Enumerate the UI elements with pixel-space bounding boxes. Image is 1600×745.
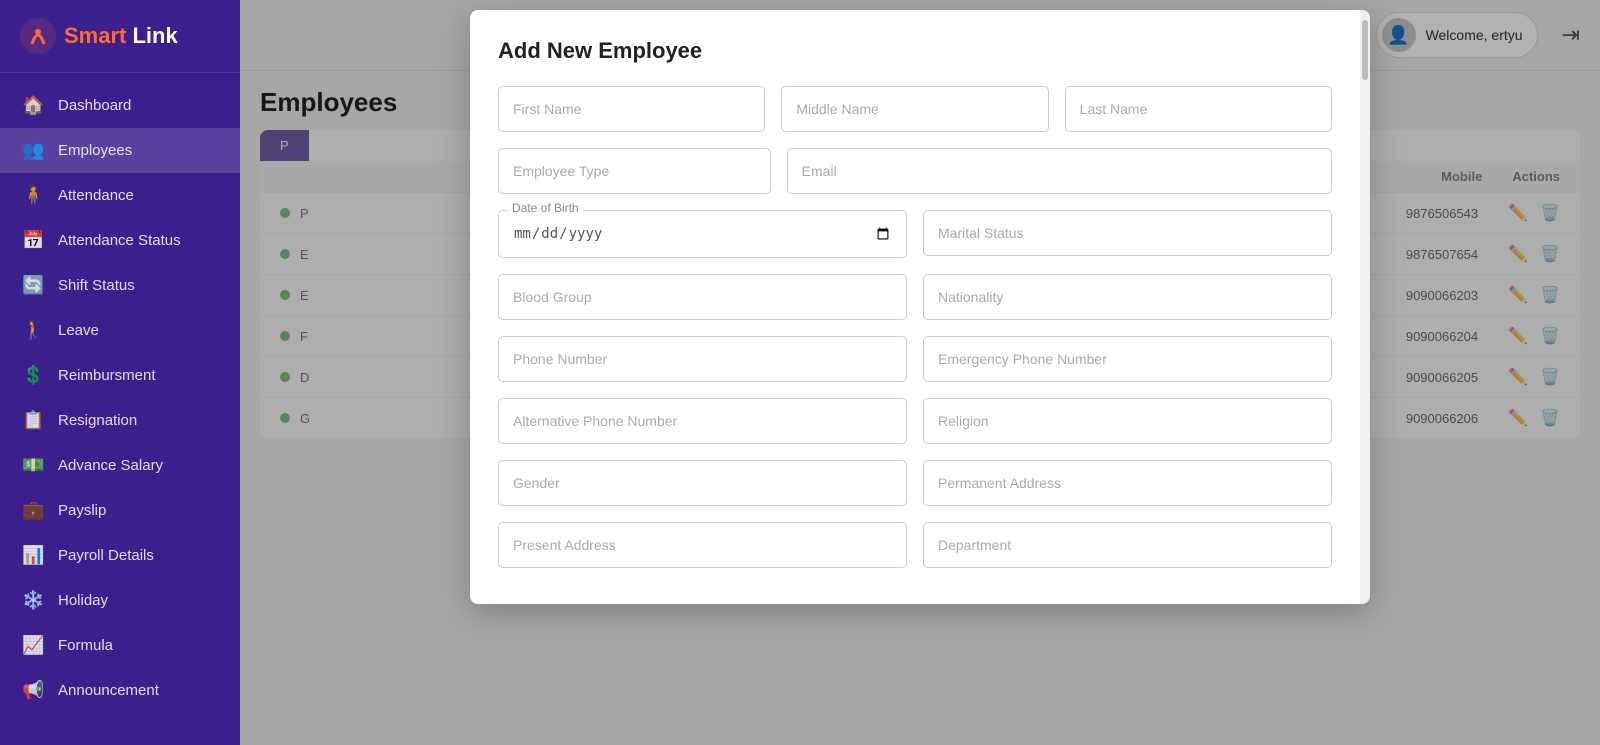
- attendance-icon: 🧍: [22, 185, 44, 206]
- sidebar-item-leave[interactable]: 🚶 Leave: [0, 308, 240, 353]
- sidebar-label-formula: Formula: [58, 637, 113, 654]
- alt-phone-input[interactable]: [498, 398, 907, 444]
- last-name-field: [1065, 86, 1332, 132]
- home-icon: 🏠: [22, 95, 44, 116]
- sidebar-label-announcement: Announcement: [58, 682, 159, 699]
- gender-field: [498, 460, 907, 506]
- middle-name-field: [781, 86, 1048, 132]
- sidebar-label-holiday: Holiday: [58, 592, 108, 609]
- blood-group-input[interactable]: [498, 274, 907, 320]
- sidebar-item-attendance[interactable]: 🧍 Attendance: [0, 173, 240, 218]
- sidebar-item-advance-salary[interactable]: 💵 Advance Salary: [0, 443, 240, 488]
- phone-number-input[interactable]: [498, 336, 907, 382]
- marital-status-input[interactable]: [923, 210, 1332, 256]
- phone-number-field: [498, 336, 907, 382]
- sidebar-item-announcement[interactable]: 📢 Announcement: [0, 668, 240, 713]
- sidebar-label-reimbursment: Reimbursment: [58, 367, 156, 384]
- scrollbar-thumb: [1362, 20, 1368, 80]
- email-input[interactable]: [787, 148, 1332, 194]
- resignation-icon: 📋: [22, 410, 44, 431]
- sidebar-label-attendance-status: Attendance Status: [58, 232, 181, 249]
- sidebar-label-shift-status: Shift Status: [58, 277, 135, 294]
- email-field: [787, 148, 1332, 194]
- dob-label: Date of Birth: [508, 201, 583, 215]
- dob-input[interactable]: [498, 210, 907, 258]
- sidebar-label-advance-salary: Advance Salary: [58, 457, 163, 474]
- reimbursment-icon: 💲: [22, 365, 44, 386]
- holiday-icon: ❄️: [22, 590, 44, 611]
- name-row: [498, 86, 1332, 132]
- sidebar-label-payroll-details: Payroll Details: [58, 547, 154, 564]
- sidebar-item-resignation[interactable]: 📋 Resignation: [0, 398, 240, 443]
- advance-salary-icon: 💵: [22, 455, 44, 476]
- attendance-status-icon: 📅: [22, 230, 44, 251]
- first-name-field: [498, 86, 765, 132]
- blood-group-field: [498, 274, 907, 320]
- department-input[interactable]: [923, 522, 1332, 568]
- blood-nationality-row: [498, 274, 1332, 320]
- gender-input[interactable]: [498, 460, 907, 506]
- sidebar-label-payslip: Payslip: [58, 502, 106, 519]
- emergency-phone-input[interactable]: [923, 336, 1332, 382]
- sidebar-label-employees: Employees: [58, 142, 132, 159]
- nationality-field: [923, 274, 1332, 320]
- sidebar-item-payroll-details[interactable]: 📊 Payroll Details: [0, 533, 240, 578]
- gender-address-row: [498, 460, 1332, 506]
- shift-icon: 🔄: [22, 275, 44, 296]
- present-dept-row: [498, 522, 1332, 568]
- present-address-field: [498, 522, 907, 568]
- sidebar-label-attendance: Attendance: [58, 187, 134, 204]
- sidebar-item-payslip[interactable]: 💼 Payslip: [0, 488, 240, 533]
- sidebar-item-dashboard[interactable]: 🏠 Dashboard: [0, 83, 240, 128]
- middle-name-input[interactable]: [781, 86, 1048, 132]
- modal-body: Add New Employee: [470, 10, 1360, 604]
- sidebar-item-employees[interactable]: 👥 Employees: [0, 128, 240, 173]
- modal-scrollbar[interactable]: [1360, 10, 1370, 604]
- employee-type-input[interactable]: [498, 148, 771, 194]
- department-field: [923, 522, 1332, 568]
- payslip-icon: 💼: [22, 500, 44, 521]
- sidebar-item-attendance-status[interactable]: 📅 Attendance Status: [0, 218, 240, 263]
- formula-icon: 📈: [22, 635, 44, 656]
- modal-overlay[interactable]: Add New Employee: [240, 0, 1600, 745]
- payroll-icon: 📊: [22, 545, 44, 566]
- permanent-address-input[interactable]: [923, 460, 1332, 506]
- main-content: 🔔 👤 Welcome, ertyu ⇥ Employees P Mobile …: [240, 0, 1600, 745]
- present-address-input[interactable]: [498, 522, 907, 568]
- sidebar-nav: 🏠 Dashboard 👥 Employees 🧍 Attendance 📅 A…: [0, 73, 240, 745]
- sidebar: Smart Link 🏠 Dashboard 👥 Employees 🧍 Att…: [0, 0, 240, 745]
- first-name-input[interactable]: [498, 86, 765, 132]
- alt-phone-religion-row: [498, 398, 1332, 444]
- sidebar-label-dashboard: Dashboard: [58, 97, 131, 114]
- sidebar-label-leave: Leave: [58, 322, 99, 339]
- employees-icon: 👥: [22, 140, 44, 161]
- marital-status-field: [923, 210, 1332, 258]
- permanent-address-field: [923, 460, 1332, 506]
- phone-emergency-row: [498, 336, 1332, 382]
- religion-input[interactable]: [923, 398, 1332, 444]
- sidebar-item-shift-status[interactable]: 🔄 Shift Status: [0, 263, 240, 308]
- leave-icon: 🚶: [22, 320, 44, 341]
- sidebar-item-formula[interactable]: 📈 Formula: [0, 623, 240, 668]
- logo-text: Smart Link: [64, 23, 178, 49]
- alt-phone-field: [498, 398, 907, 444]
- last-name-input[interactable]: [1065, 86, 1332, 132]
- employee-type-field: [498, 148, 771, 194]
- sidebar-label-resignation: Resignation: [58, 412, 137, 429]
- dob-marital-row: Date of Birth: [498, 210, 1332, 258]
- announcement-icon: 📢: [22, 680, 44, 701]
- logo: Smart Link: [0, 0, 240, 73]
- nationality-input[interactable]: [923, 274, 1332, 320]
- dob-field: Date of Birth: [498, 210, 907, 258]
- add-employee-modal: Add New Employee: [470, 10, 1370, 604]
- religion-field: [923, 398, 1332, 444]
- logo-icon: [20, 18, 56, 54]
- modal-title: Add New Employee: [498, 38, 1332, 64]
- emergency-phone-field: [923, 336, 1332, 382]
- sidebar-item-holiday[interactable]: ❄️ Holiday: [0, 578, 240, 623]
- type-email-row: [498, 148, 1332, 194]
- sidebar-item-reimbursment[interactable]: 💲 Reimbursment: [0, 353, 240, 398]
